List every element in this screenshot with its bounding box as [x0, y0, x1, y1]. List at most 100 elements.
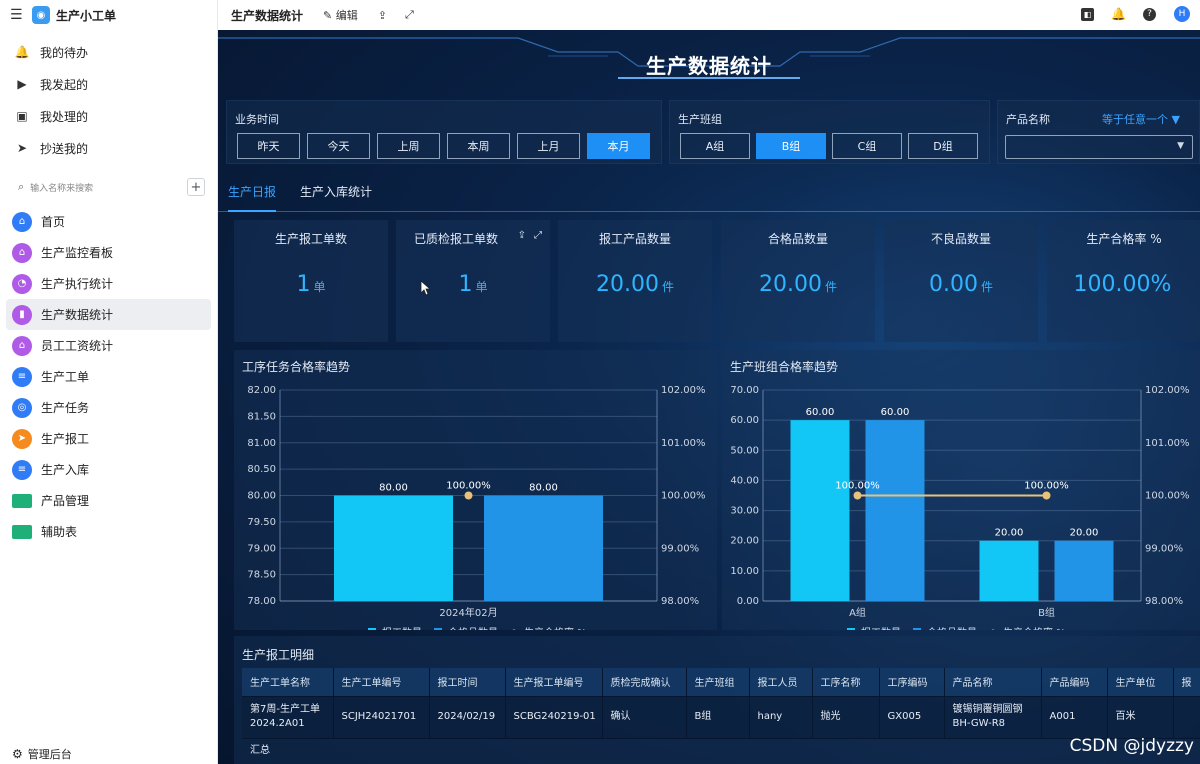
- y-tick-label: 80.50: [247, 464, 276, 475]
- legend-item[interactable]: 报工数量: [368, 626, 422, 630]
- table-row[interactable]: 第7周-生产工单2024.2A01 SCJH24021701 2024/02/19 S…: [242, 695, 1200, 738]
- sidebar-nav-label: 辅助表: [41, 525, 78, 539]
- chart-group: 70.00 60.00 50.00 40.00 30.00 20.00 10.00 0.00 1…: [730, 385, 1190, 630]
- sidebar-nav-item[interactable]: ◔ 生产执行统计: [6, 268, 211, 299]
- dashboard: 生产数据统计 业务时间 昨天 今天 上周 本周 上月 本月 生产班组 A组 B组 C组 D组 产…: [218, 30, 1200, 764]
- legend-item[interactable]: 生产合格率 %: [507, 626, 587, 630]
- time-option-button[interactable]: 本周: [447, 133, 510, 159]
- time-filter-label: 业务时间: [235, 113, 279, 126]
- sidebar-nav-item[interactable]: 辅助表: [6, 516, 211, 547]
- y2-tick-label: 98.00%: [1145, 596, 1183, 607]
- table-header-cell[interactable]: 工序编码: [879, 668, 945, 696]
- notification-icon[interactable]: 🔔: [1111, 7, 1126, 21]
- time-option-button[interactable]: 今天: [307, 133, 370, 159]
- menu-icon[interactable]: ☰: [10, 7, 28, 23]
- tab-bar: 生产日报 生产入库统计: [228, 178, 396, 212]
- table-header-cell[interactable]: 生产工单编号: [333, 668, 430, 696]
- bar[interactable]: [1054, 540, 1114, 601]
- table-header-cell[interactable]: 报工时间: [429, 668, 506, 696]
- table-header-cell[interactable]: 生产单位: [1107, 668, 1174, 696]
- sidebar-nav-item[interactable]: ⌂ 首页: [6, 206, 211, 237]
- avatar[interactable]: H: [1174, 6, 1190, 22]
- bar[interactable]: [865, 420, 925, 601]
- tab-item[interactable]: 生产日报: [228, 178, 277, 212]
- bar[interactable]: [334, 495, 453, 602]
- document-icon: ≡: [12, 366, 32, 387]
- y-tick-label: 81.50: [247, 411, 276, 422]
- y2-tick-label: 102.00%: [661, 385, 706, 396]
- line-point[interactable]: [853, 491, 862, 500]
- target-icon: ◎: [12, 397, 32, 418]
- sidebar-nav-item[interactable]: ➤ 生产报工: [6, 423, 211, 454]
- bar[interactable]: [790, 420, 850, 601]
- y-tick-label: 60.00: [730, 415, 759, 426]
- edit-button[interactable]: ✎ 编辑: [323, 7, 358, 23]
- sidebar-nav-item[interactable]: ≡ 生产工单: [6, 361, 211, 392]
- bar[interactable]: [484, 495, 603, 602]
- bell-icon: 🔔: [14, 45, 30, 59]
- sidebar-quick-item[interactable]: ▶ 我发起的: [0, 68, 217, 100]
- sidebar-nav-item[interactable]: ⌂ 员工工资统计: [6, 330, 211, 361]
- fullscreen-icon[interactable]: ⤢: [405, 8, 414, 22]
- sidebar-nav-item[interactable]: ◎ 生产任务: [6, 392, 211, 423]
- sidebar-quick-item[interactable]: ➤ 抄送我的: [0, 132, 217, 164]
- app-switch-icon[interactable]: ◧: [1081, 7, 1094, 21]
- bar-chart-icon: ▮: [12, 304, 32, 325]
- export-icon[interactable]: ⇪: [518, 230, 526, 241]
- table-header-cell[interactable]: 报: [1173, 668, 1200, 696]
- search-input[interactable]: 输入名称来搜索: [30, 181, 187, 194]
- y2-tick-label: 100.00%: [661, 491, 706, 502]
- admin-link[interactable]: ⚙ 管理后台: [12, 746, 72, 762]
- legend-item[interactable]: 生产合格率 %: [986, 626, 1066, 630]
- group-option-button[interactable]: A组: [680, 133, 750, 159]
- edit-label: 编辑: [335, 9, 358, 22]
- group-option-button[interactable]: D组: [908, 133, 978, 159]
- group-option-button[interactable]: B组: [756, 133, 826, 159]
- time-option-button[interactable]: 昨天: [237, 133, 300, 159]
- table-header-cell[interactable]: 产品名称: [944, 668, 1042, 696]
- y-tick-label: 10.00: [730, 566, 759, 577]
- legend-item[interactable]: 合格品数量: [913, 626, 977, 630]
- sidebar-nav-item[interactable]: ⌂ 生产监控看板: [6, 237, 211, 268]
- sidebar-quick-item[interactable]: 🔔 我的待办: [0, 36, 217, 68]
- fullscreen-icon[interactable]: ⤢: [534, 230, 542, 241]
- y-tick-label: 20.00: [730, 536, 759, 547]
- table-header-cell[interactable]: 工序名称: [812, 668, 880, 696]
- product-select[interactable]: ▼: [1005, 135, 1193, 159]
- table-header-cell[interactable]: 生产工单名称: [242, 668, 334, 696]
- bar[interactable]: [979, 540, 1039, 601]
- sidebar-nav-item[interactable]: 产品管理: [6, 485, 211, 516]
- help-icon[interactable]: ?: [1143, 7, 1156, 21]
- legend-item[interactable]: 合格品数量: [434, 626, 498, 630]
- sidebar-nav-item[interactable]: ≡ 生产入库: [6, 454, 211, 485]
- product-filter-mode[interactable]: 等于任意一个 ▼: [1102, 111, 1180, 127]
- table-header-cell[interactable]: 质检完成确认: [602, 668, 687, 696]
- table-cell: 百米: [1107, 695, 1174, 738]
- tab-item[interactable]: 生产入库统计: [300, 178, 372, 212]
- table-header-cell[interactable]: 生产报工单编号: [505, 668, 603, 696]
- time-option-button[interactable]: 上月: [517, 133, 580, 159]
- chart-process: 82.00 81.50 81.00 80.50 80.00 79.50 79.00 78.50…: [247, 385, 706, 630]
- legend-label: 合格品数量: [927, 626, 977, 630]
- time-option-button[interactable]: 本月: [587, 133, 650, 159]
- table-header-cell[interactable]: 报工人员: [749, 668, 813, 696]
- group-option-button[interactable]: C组: [832, 133, 902, 159]
- home-icon: ⌂: [12, 211, 32, 232]
- bar-data-label: 80.00: [529, 483, 558, 494]
- share-icon[interactable]: ⇪: [378, 9, 387, 22]
- line-point[interactable]: [1042, 491, 1051, 500]
- legend-item[interactable]: 报工数量: [847, 626, 901, 630]
- line-point[interactable]: [464, 491, 473, 500]
- kpi-value: 100.00%: [1047, 272, 1200, 297]
- bar-data-label: 60.00: [881, 407, 910, 418]
- sidebar-quick-item[interactable]: ▣ 我处理的: [0, 100, 217, 132]
- table-header-cell[interactable]: 生产班组: [686, 668, 750, 696]
- table-cell: SCBG240219-01: [505, 695, 603, 738]
- add-button[interactable]: +: [187, 178, 205, 196]
- legend-swatch: [847, 628, 855, 630]
- legend-swatch: [368, 628, 376, 630]
- y2-tick-label: 98.00%: [661, 596, 699, 607]
- sidebar-nav-item[interactable]: ▮ 生产数据统计: [6, 299, 211, 330]
- time-option-button[interactable]: 上周: [377, 133, 440, 159]
- table-header-cell[interactable]: 产品编码: [1041, 668, 1108, 696]
